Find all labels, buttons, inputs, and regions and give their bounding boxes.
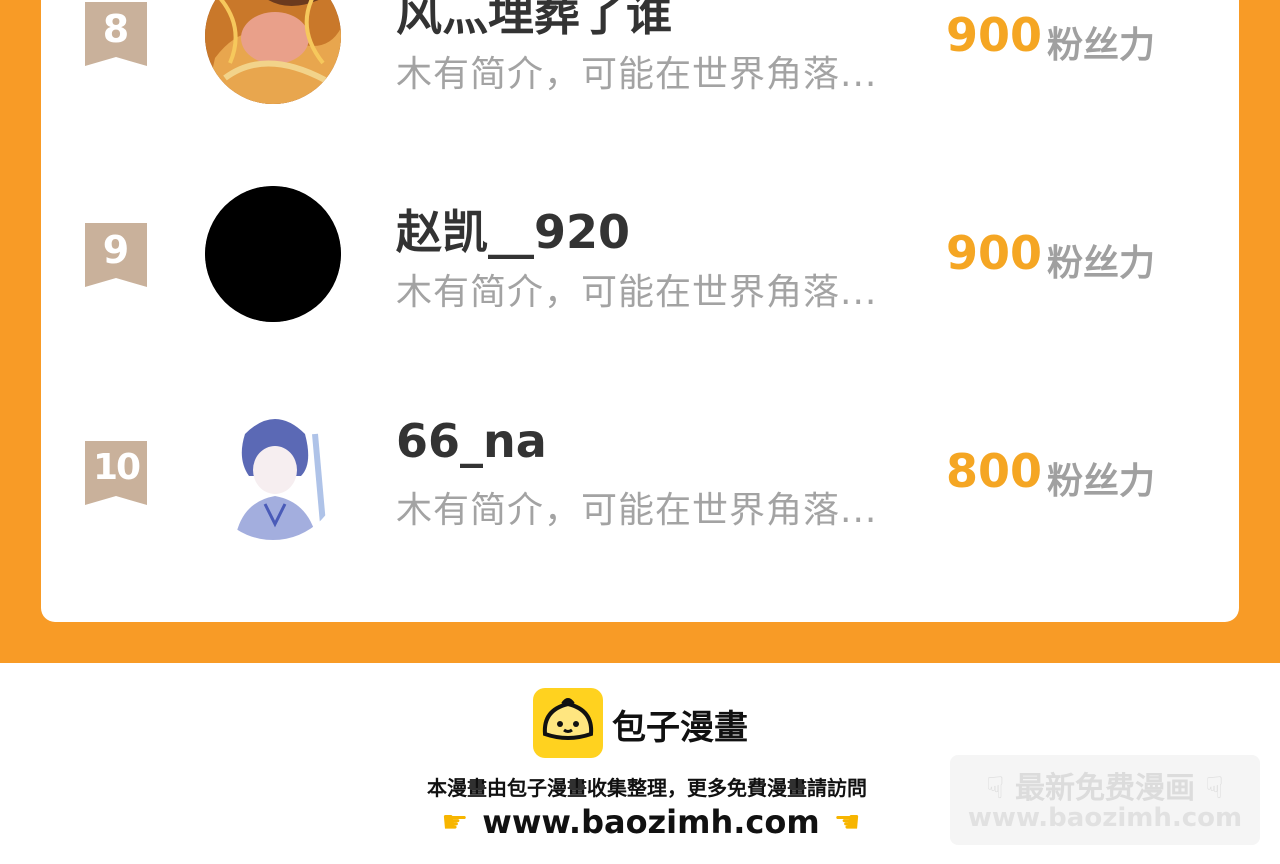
user-name[interactable]: 风灬埋葬了谁 xyxy=(396,0,672,44)
user-bio: 木有简介，可能在世界角落... xyxy=(396,54,878,95)
watermark-url: www.baozimh.com xyxy=(967,803,1243,833)
rank-number: 10 xyxy=(92,447,141,488)
rank-badge: 9 xyxy=(85,223,147,287)
footer-brand-name: 包子漫畫 xyxy=(612,708,748,748)
pointing-right-hand-icon: ☛ xyxy=(441,804,469,840)
footer-url-link[interactable]: www.baozimh.com xyxy=(482,803,819,841)
user-bio: 木有简介，可能在世界角落... xyxy=(396,490,878,531)
fan-ranking-card: 8 风灬埋葬了谁 木有简介，可能在世界角落... 900 粉丝力 9 赵凯__9… xyxy=(41,0,1239,622)
watermark-title: 最新免费漫画 xyxy=(1015,771,1195,806)
user-avatar[interactable] xyxy=(205,404,341,540)
rank-badge: 8 xyxy=(85,2,147,66)
user-name[interactable]: 66_na xyxy=(396,414,547,468)
watermark-title-row: ☟ 最新免费漫画 ☟ xyxy=(950,763,1260,807)
fan-power-score: 900 xyxy=(946,8,1043,62)
rank-number: 8 xyxy=(102,7,130,51)
fan-power-unit: 粉丝力 xyxy=(1047,243,1156,284)
ranking-row-10[interactable]: 10 66_na 木有简介，可能在世界角落... 800 粉丝力 xyxy=(41,396,1239,596)
anime-boy-sketch-avatar-icon xyxy=(205,404,341,540)
user-avatar[interactable] xyxy=(205,186,341,322)
user-bio: 木有简介，可能在世界角落... xyxy=(396,272,878,313)
pointing-down-hand-icon: ☟ xyxy=(1205,771,1224,806)
rank-badge: 10 xyxy=(85,441,147,505)
fan-power-score: 800 xyxy=(946,444,1043,498)
ranking-row-9[interactable]: 9 赵凯__920 木有简介，可能在世界角落... 900 粉丝力 xyxy=(41,178,1239,378)
user-name[interactable]: 赵凯__920 xyxy=(396,196,630,262)
pointing-left-hand-icon: ☚ xyxy=(833,804,861,840)
user-avatar[interactable] xyxy=(205,0,341,104)
fan-power-score: 900 xyxy=(946,226,1043,280)
watermark: ☟ 最新免费漫画 ☟ www.baozimh.com xyxy=(950,755,1260,845)
dragon-art-avatar-icon xyxy=(205,0,341,104)
fan-power-unit: 粉丝力 xyxy=(1047,461,1156,502)
rank-number: 9 xyxy=(102,228,130,272)
black-circle-avatar-icon xyxy=(205,186,341,322)
fan-power-unit: 粉丝力 xyxy=(1047,25,1156,66)
baozi-logo-icon[interactable] xyxy=(533,688,603,758)
ranking-row-8[interactable]: 8 风灬埋葬了谁 木有简介，可能在世界角落... 900 粉丝力 xyxy=(41,0,1239,160)
footer-url-row[interactable]: ☛ www.baozimh.com ☚ xyxy=(436,800,866,844)
pointing-down-hand-icon: ☟ xyxy=(986,771,1005,806)
